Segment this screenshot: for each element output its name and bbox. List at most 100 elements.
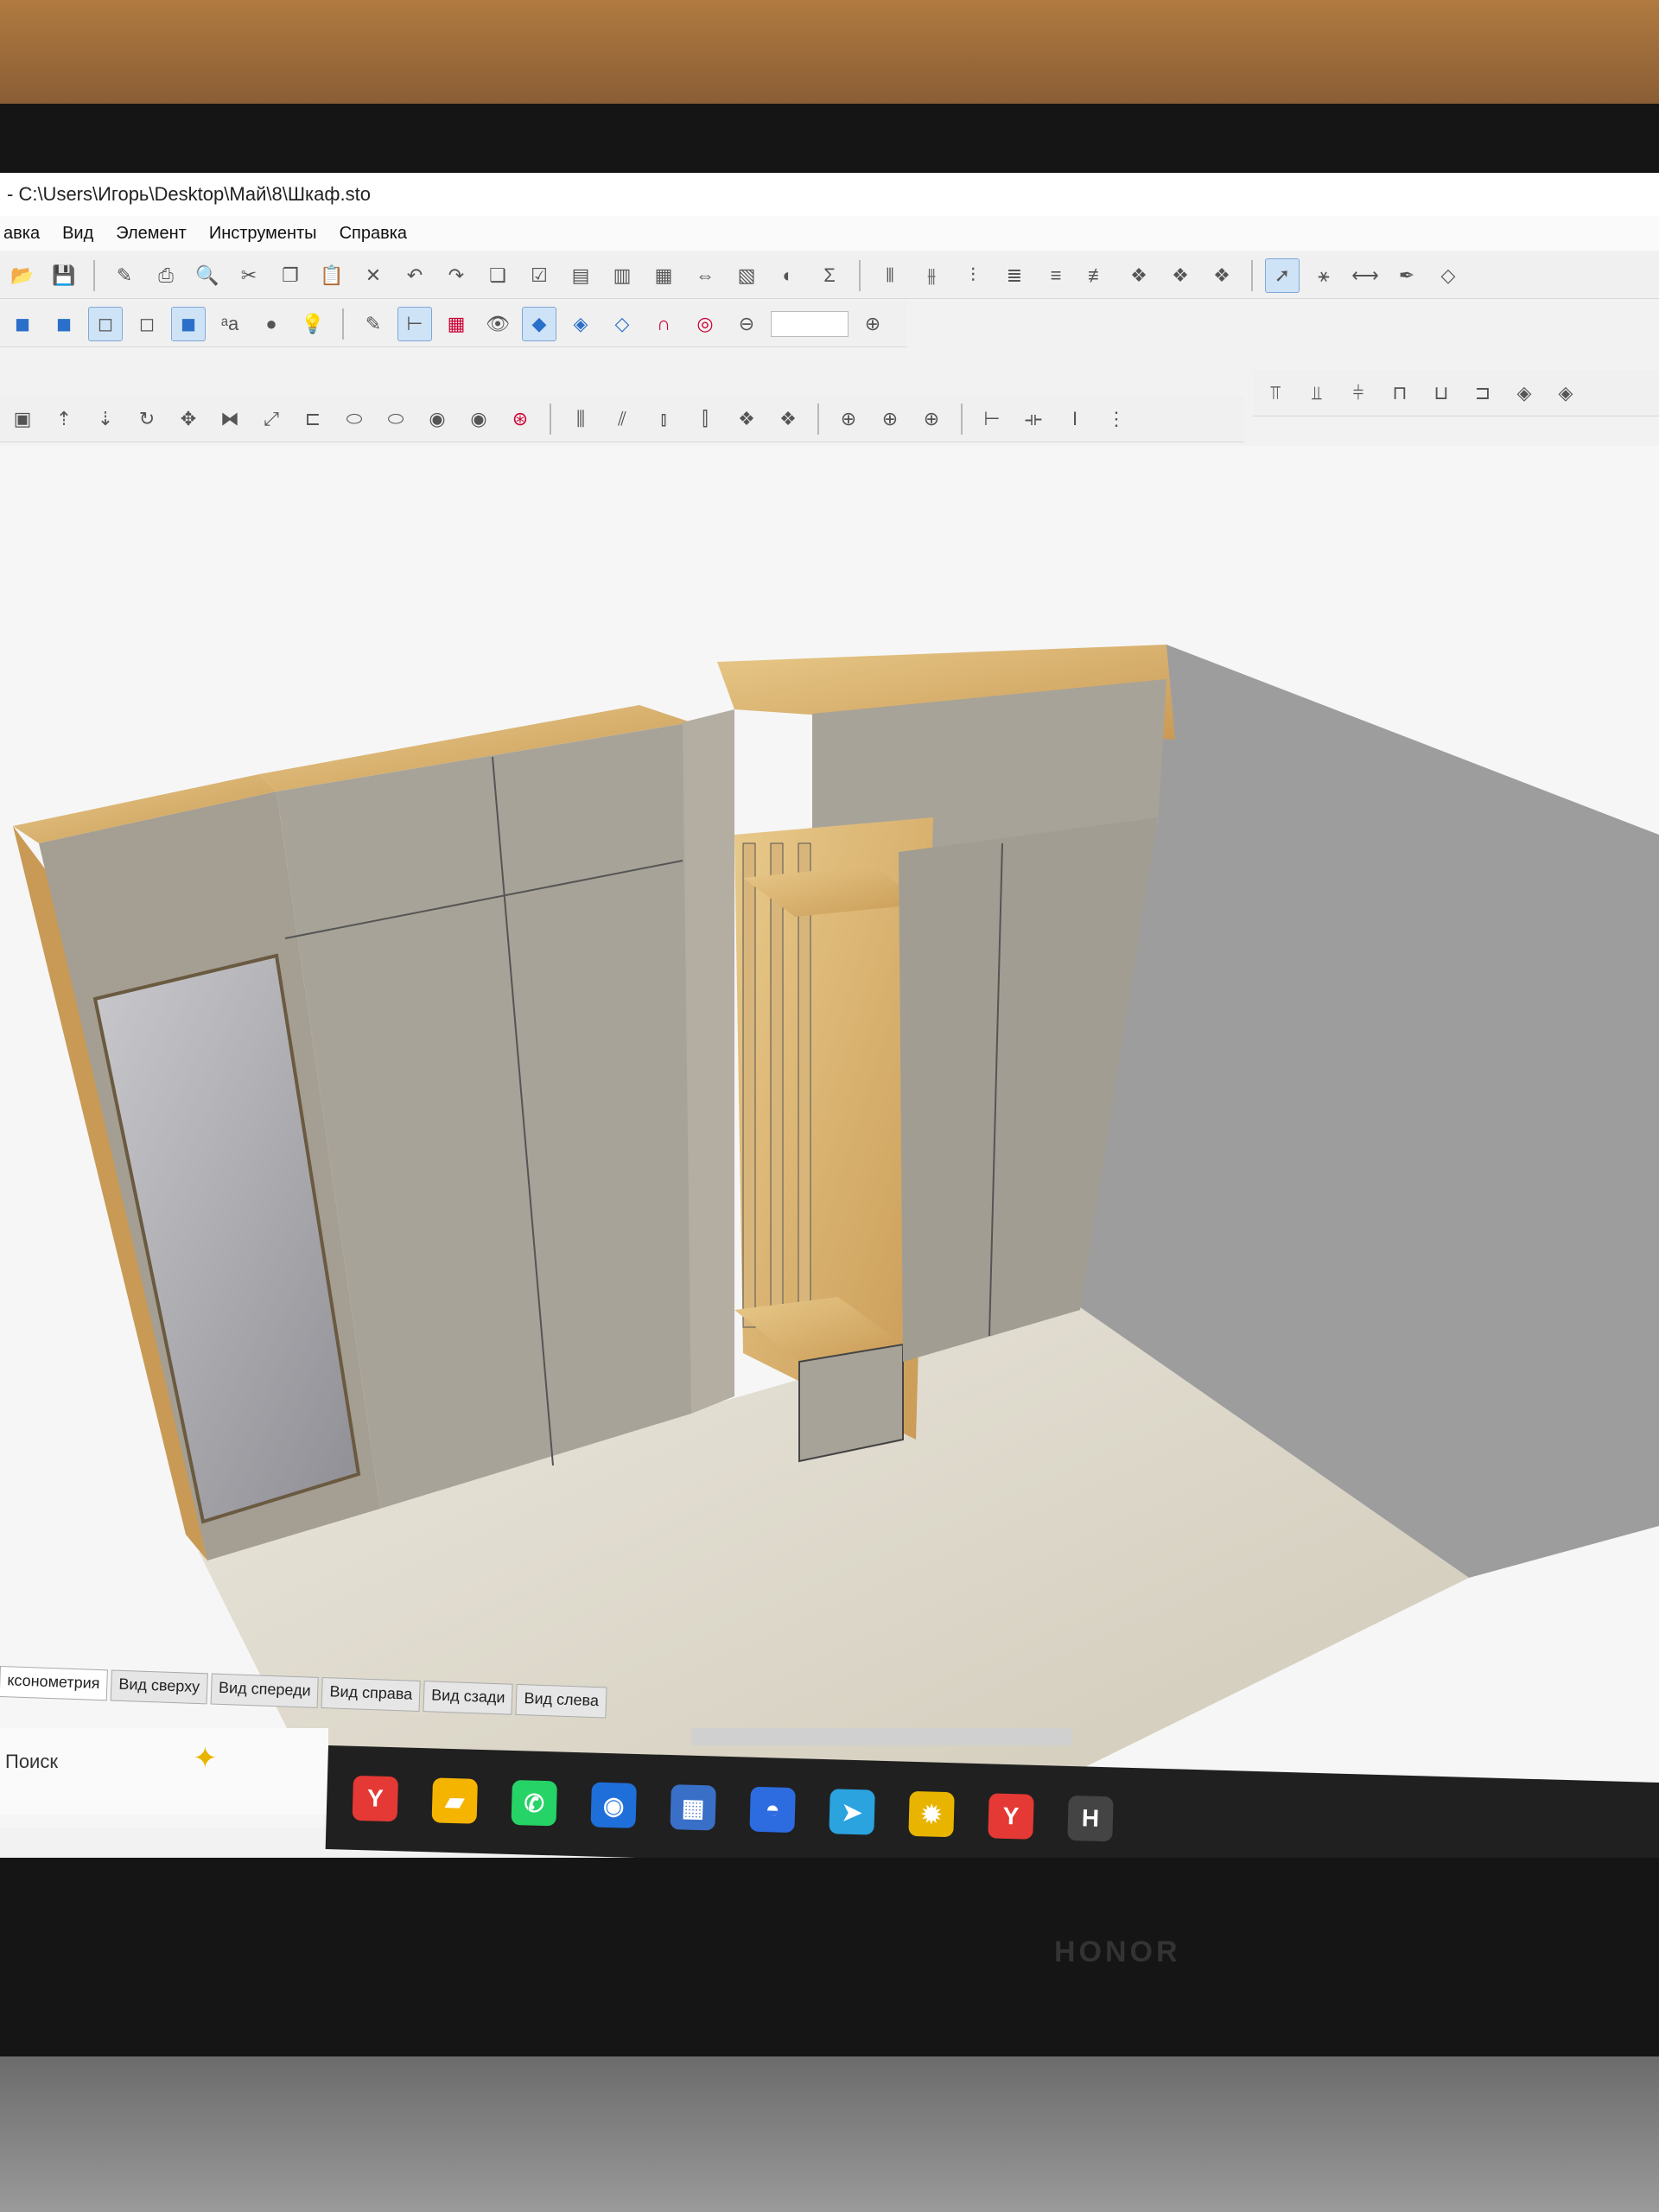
scale-icon[interactable]: ⤢	[254, 402, 289, 436]
eye-icon[interactable]: 👁	[480, 307, 515, 341]
group-icon[interactable]: ▣	[5, 402, 40, 436]
cube-blue-icon[interactable]: ◼	[171, 306, 206, 341]
eyedropper-icon[interactable]: ✒	[1389, 258, 1424, 293]
table3-icon[interactable]: ▦	[646, 258, 681, 293]
distribute2-icon[interactable]: ≡	[1039, 258, 1073, 293]
zoom-in-icon[interactable]: ⊕	[855, 307, 890, 341]
print-icon[interactable]: ⎙	[149, 258, 183, 293]
eye-show-icon[interactable]: ◉	[420, 402, 454, 436]
dimension-icon[interactable]: ⊢	[975, 402, 1009, 436]
cut-icon[interactable]: ✂	[232, 258, 266, 293]
snap-edge-icon[interactable]: ◈	[563, 307, 598, 341]
delete-icon[interactable]: ✕	[356, 258, 391, 293]
vertical-dim-icon[interactable]: ⋮	[1099, 402, 1134, 436]
layers-icon[interactable]: ❏	[480, 258, 515, 293]
rotate-icon[interactable]: ↻	[130, 402, 164, 436]
grid-icon[interactable]: ▦	[439, 307, 474, 341]
mirror-icon[interactable]: ⧓	[213, 402, 247, 436]
redo-icon[interactable]: ↷	[439, 258, 474, 293]
properties-icon[interactable]: ✎	[107, 258, 142, 293]
zoom-out-icon[interactable]: ⊖	[729, 307, 764, 341]
move-down-icon[interactable]: ⇣	[88, 402, 123, 436]
app-h-icon[interactable]: H	[1067, 1795, 1114, 1842]
light-icon[interactable]: 💡	[296, 307, 330, 341]
center1-icon[interactable]: ⊕	[831, 402, 866, 436]
move-icon[interactable]: ✥	[171, 402, 206, 436]
text-cursor-icon[interactable]: I	[1058, 402, 1092, 436]
move-up-icon[interactable]: ⇡	[47, 402, 81, 436]
align-top-icon[interactable]: ⫪	[1258, 376, 1293, 410]
space-h-icon[interactable]: ⊓	[1382, 376, 1417, 410]
tab-right-view[interactable]: Вид справа	[321, 1677, 421, 1712]
paste-icon[interactable]: 📋	[315, 258, 349, 293]
stack6-icon[interactable]: ❖	[771, 402, 805, 436]
transform2-icon[interactable]: ◈	[1548, 376, 1583, 410]
ruler-icon[interactable]: ⊢	[397, 306, 432, 341]
3d-viewport[interactable]	[0, 446, 1659, 1828]
align-right-icon[interactable]: ⫶	[956, 258, 990, 293]
app-blue-icon[interactable]: ◉	[590, 1782, 637, 1828]
center2-icon[interactable]: ⊕	[873, 402, 907, 436]
menu-view[interactable]: Вид	[62, 216, 93, 251]
align-left-icon[interactable]: ⫴	[873, 258, 907, 293]
stack2-icon[interactable]: ⫽	[605, 402, 639, 436]
app-sun-icon[interactable]: ✹	[908, 1790, 955, 1838]
table5-icon[interactable]: ▧	[729, 258, 764, 293]
shape-icon[interactable]: ◇	[1431, 258, 1465, 293]
oval2-icon[interactable]: ⬭	[378, 402, 413, 436]
yandex-browser-icon[interactable]: Y	[352, 1775, 399, 1822]
calculator-icon[interactable]: ▦	[670, 1784, 716, 1831]
rotate2-icon[interactable]: ❖	[1163, 258, 1198, 293]
magnet-icon[interactable]: ∩	[646, 307, 681, 341]
rotate3-icon[interactable]: ❖	[1205, 258, 1239, 293]
align-center-icon[interactable]: ⫵	[914, 258, 949, 293]
open-icon[interactable]: 📂	[5, 258, 40, 293]
text-aa-icon[interactable]: ᵃa	[213, 307, 247, 341]
undo-icon[interactable]: ↶	[397, 258, 432, 293]
material-icon[interactable]: ●	[254, 307, 289, 341]
telegram-icon[interactable]: ➤	[829, 1789, 875, 1835]
snap-face-icon[interactable]: ◇	[605, 307, 639, 341]
snap-point-icon[interactable]: ◆	[522, 306, 556, 341]
menu-element[interactable]: Элемент	[116, 216, 187, 251]
center3-icon[interactable]: ⊕	[914, 402, 949, 436]
file-explorer-icon[interactable]: ▰	[431, 1777, 478, 1824]
align-middle-icon[interactable]: ⫫	[1300, 376, 1334, 410]
stack5-icon[interactable]: ❖	[729, 402, 764, 436]
horizontal-scrollbar[interactable]	[691, 1728, 1071, 1745]
rotate1-icon[interactable]: ❖	[1122, 258, 1156, 293]
space-v-icon[interactable]: ⊔	[1424, 376, 1459, 410]
edge-icon[interactable]: ⊏	[296, 402, 330, 436]
measure-icon[interactable]: ⟷	[1348, 258, 1382, 293]
app-cloud-icon[interactable]: ◓	[749, 1786, 796, 1834]
lifebuoy-icon[interactable]: ⊛	[503, 402, 537, 436]
tab-axonometry[interactable]: ксонометрия	[0, 1666, 109, 1701]
copilot-sparkle-icon[interactable]: ✦	[193, 1742, 218, 1775]
tab-back-view[interactable]: Вид сзади	[423, 1681, 514, 1715]
distribute3-icon[interactable]: ≢	[1080, 258, 1115, 293]
stack3-icon[interactable]: ⫾	[646, 402, 681, 436]
save-icon[interactable]: 💾	[47, 258, 81, 293]
sum-icon[interactable]: Σ	[812, 258, 847, 293]
report-icon[interactable]: ☑	[522, 258, 556, 293]
target-icon[interactable]: ◎	[688, 307, 722, 341]
select-arrow-icon[interactable]: ➚	[1265, 257, 1300, 293]
transform-icon[interactable]: ◈	[1507, 376, 1541, 410]
cube-shaded-icon[interactable]: ◼	[47, 307, 81, 341]
tab-left-view[interactable]: Вид слева	[515, 1683, 607, 1719]
dimension2-icon[interactable]: ⟛	[1016, 402, 1051, 436]
align-bottom-icon[interactable]: ⫩	[1341, 376, 1376, 410]
stack4-icon[interactable]: ⫿	[688, 402, 722, 436]
copy-icon[interactable]: ❐	[273, 258, 308, 293]
zoom-input[interactable]	[771, 310, 849, 337]
cube-solid-icon[interactable]: ◼	[5, 307, 40, 341]
menu-edit[interactable]: авка	[3, 216, 40, 251]
whatsapp-icon[interactable]: ✆	[511, 1779, 557, 1827]
distribute-icon[interactable]: ≣	[997, 258, 1032, 293]
tab-front-view[interactable]: Вид спереди	[210, 1673, 320, 1708]
table4-icon[interactable]: ⇔	[688, 258, 722, 293]
trim-icon[interactable]: ⚹	[1306, 258, 1341, 293]
yandex-music-icon[interactable]: Y	[988, 1793, 1034, 1840]
cube-outline-icon[interactable]: ◻	[130, 307, 164, 341]
cube-wire-icon[interactable]: ◻	[88, 306, 123, 341]
